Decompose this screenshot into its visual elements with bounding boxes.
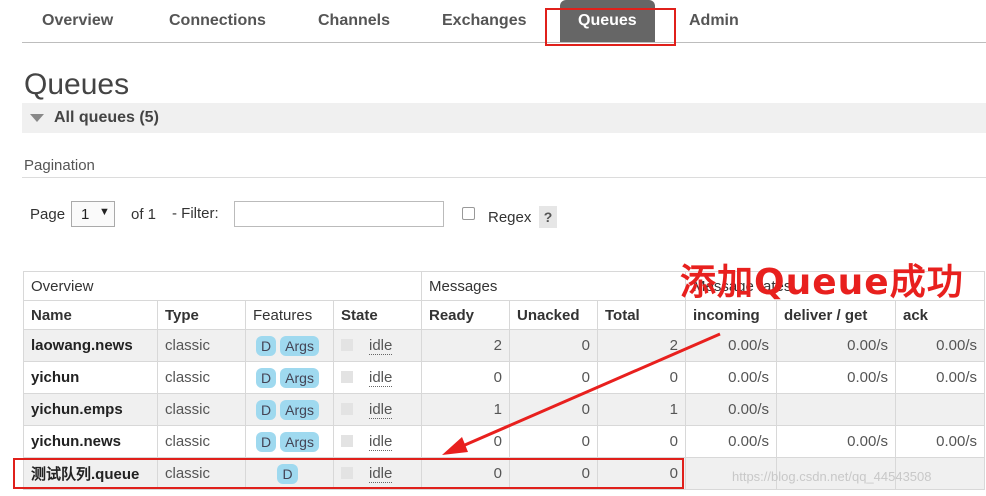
- feature-args-badge[interactable]: Args: [280, 335, 319, 356]
- page-title: Queues: [24, 68, 130, 101]
- table-row: laowang.news classic D Args idle 2 0 2 0.…: [23, 329, 985, 362]
- col-state[interactable]: State: [333, 300, 422, 330]
- state-label: idle: [369, 433, 393, 451]
- feature-durable-badge[interactable]: D: [256, 431, 277, 452]
- pagination-divider: [22, 177, 986, 178]
- regex-help-button[interactable]: ?: [539, 206, 557, 228]
- col-unacked[interactable]: Unacked: [509, 300, 598, 330]
- tab-connections[interactable]: Connections: [169, 12, 266, 30]
- ready-count: 0: [421, 425, 510, 458]
- dropdown-arrow-icon: ▼: [99, 206, 110, 218]
- table-row: yichun classic D Args idle 0 0 0 0.00/s 0…: [23, 361, 985, 394]
- queue-features: D Args: [245, 425, 334, 458]
- ack-rate: [895, 393, 985, 426]
- ready-count: 0: [421, 361, 510, 394]
- deliver-get-rate: 0.00/s: [776, 361, 896, 394]
- regex-checkbox[interactable]: [462, 207, 475, 220]
- feature-args-badge[interactable]: Args: [280, 399, 319, 420]
- queue-state: idle: [333, 425, 422, 458]
- queue-type: classic: [157, 393, 246, 426]
- state-label: idle: [369, 401, 393, 419]
- ack-rate: 0.00/s: [895, 361, 985, 394]
- tab-overview[interactable]: Overview: [42, 12, 113, 30]
- incoming-rate: 0.00/s: [685, 425, 777, 458]
- unacked-count: 0: [509, 393, 598, 426]
- queue-type: classic: [157, 329, 246, 362]
- highlight-new-queue-row: [13, 458, 684, 489]
- queue-features: D Args: [245, 393, 334, 426]
- tab-exchanges[interactable]: Exchanges: [442, 12, 526, 30]
- watermark: https://blog.csdn.net/qq_44543508: [732, 469, 932, 484]
- feature-args-badge[interactable]: Args: [280, 367, 319, 388]
- ready-count: 1: [421, 393, 510, 426]
- ready-count: 2: [421, 329, 510, 362]
- unacked-count: 0: [509, 425, 598, 458]
- page-label: Page: [30, 206, 66, 223]
- state-indicator-icon: [341, 339, 353, 351]
- success-annotation: 添加Queue成功: [680, 262, 964, 303]
- total-count: 0: [597, 361, 686, 394]
- col-ready[interactable]: Ready: [421, 300, 510, 330]
- queue-name-link[interactable]: laowang.news: [23, 329, 158, 362]
- state-label: idle: [369, 337, 393, 355]
- deliver-get-rate: 0.00/s: [776, 425, 896, 458]
- collapse-triangle-icon: [30, 114, 44, 122]
- page-count-label: of 1: [131, 206, 157, 223]
- queue-name-link[interactable]: yichun: [23, 361, 158, 394]
- page-select[interactable]: 1 ▼: [71, 201, 115, 227]
- group-messages: Messages: [421, 271, 686, 301]
- ack-rate: 0.00/s: [895, 329, 985, 362]
- queue-type: classic: [157, 425, 246, 458]
- queue-state: idle: [333, 329, 422, 362]
- all-queues-toggle[interactable]: All queues (5): [22, 103, 986, 133]
- queue-state: idle: [333, 361, 422, 394]
- queue-features: D Args: [245, 361, 334, 394]
- ack-rate: 0.00/s: [895, 425, 985, 458]
- filter-input[interactable]: [234, 201, 444, 227]
- incoming-rate: 0.00/s: [685, 361, 777, 394]
- all-queues-label: All queues (5): [54, 109, 159, 126]
- queue-name-link[interactable]: yichun.news: [23, 425, 158, 458]
- highlight-queues-tab: [545, 8, 676, 46]
- queue-features: D Args: [245, 329, 334, 362]
- deliver-get-rate: [776, 393, 896, 426]
- filter-label: - Filter:: [172, 205, 219, 222]
- page-select-value: 1: [81, 206, 90, 223]
- regex-label: Regex: [488, 209, 532, 226]
- top-nav: Overview Connections Channels Exchanges …: [22, 0, 986, 43]
- table-row: yichun.news classic D Args idle 0 0 0 0.0…: [23, 425, 985, 458]
- pagination-title: Pagination: [24, 157, 95, 174]
- unacked-count: 0: [509, 361, 598, 394]
- state-indicator-icon: [341, 403, 353, 415]
- tab-channels[interactable]: Channels: [318, 12, 390, 30]
- incoming-rate: 0.00/s: [685, 329, 777, 362]
- total-count: 1: [597, 393, 686, 426]
- total-count: 0: [597, 425, 686, 458]
- col-type[interactable]: Type: [157, 300, 246, 330]
- unacked-count: 0: [509, 329, 598, 362]
- deliver-get-rate: 0.00/s: [776, 329, 896, 362]
- col-name[interactable]: Name: [23, 300, 158, 330]
- feature-durable-badge[interactable]: D: [256, 399, 277, 420]
- col-total[interactable]: Total: [597, 300, 686, 330]
- table-row: yichun.emps classic D Args idle 1 0 1 0.0…: [23, 393, 985, 426]
- queue-type: classic: [157, 361, 246, 394]
- tab-admin[interactable]: Admin: [689, 12, 739, 30]
- queue-state: idle: [333, 393, 422, 426]
- queue-name-link[interactable]: yichun.emps: [23, 393, 158, 426]
- col-features: Features: [245, 300, 334, 330]
- state-label: idle: [369, 369, 393, 387]
- state-indicator-icon: [341, 371, 353, 383]
- feature-args-badge[interactable]: Args: [280, 431, 319, 452]
- incoming-rate: 0.00/s: [685, 393, 777, 426]
- group-overview: Overview: [23, 271, 422, 301]
- feature-durable-badge[interactable]: D: [256, 335, 277, 356]
- total-count: 2: [597, 329, 686, 362]
- feature-durable-badge[interactable]: D: [256, 367, 277, 388]
- state-indicator-icon: [341, 435, 353, 447]
